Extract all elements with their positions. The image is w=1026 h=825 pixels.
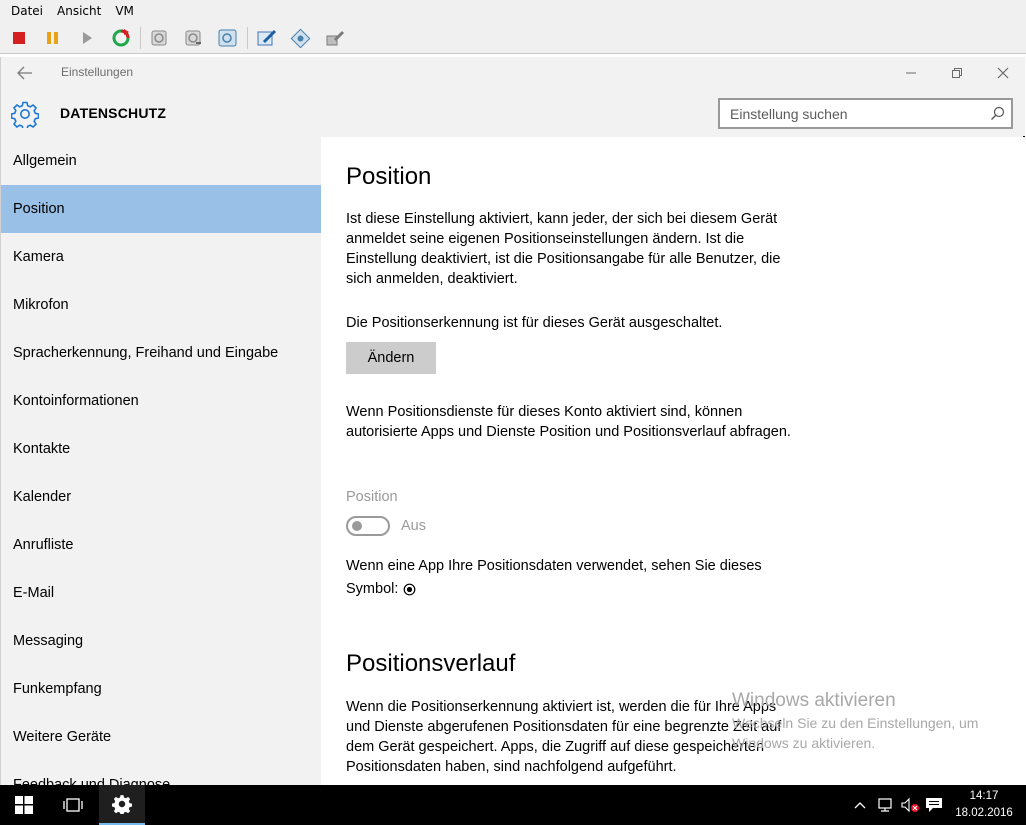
notification-icon (926, 798, 942, 812)
settings-wrench-icon[interactable] (322, 25, 347, 50)
window-title: Einstellungen (61, 65, 134, 79)
symbol-text-line1: Wenn eine App Ihre Positionsdaten verwen… (346, 558, 762, 574)
taskbar-clock[interactable]: 14:17 18.02.2016 (946, 788, 1022, 822)
volume-tray-icon[interactable] (898, 785, 922, 825)
sidebar-item-messaging[interactable]: Messaging (1, 617, 321, 665)
clock-date: 18.02.2016 (955, 807, 1013, 819)
sidebar-item-kontoinformationen[interactable]: Kontoinformationen (1, 377, 321, 425)
symbol-line: Symbol: (346, 581, 416, 597)
sidebar-item-email[interactable]: E-Mail (1, 569, 321, 617)
position-description: Ist diese Einstellung aktiviert, kann je… (346, 211, 781, 287)
close-icon (997, 67, 1009, 79)
edit-icon[interactable] (254, 25, 279, 50)
snapshot-manager-icon[interactable] (215, 25, 240, 50)
toolbar-separator (140, 26, 141, 49)
sidebar-item-feedback[interactable]: Feedback und Diagnose (1, 761, 321, 785)
vm-toolbar (0, 22, 1026, 54)
toggle-knob (352, 521, 362, 531)
change-button[interactable]: Ändern (346, 342, 436, 374)
show-hidden-icons-button[interactable] (850, 785, 870, 825)
sidebar-item-kamera[interactable]: Kamera (1, 233, 321, 281)
sidebar-item-funkempfang[interactable]: Funkempfang (1, 665, 321, 713)
sidebar-item-anrufliste[interactable]: Anrufliste (1, 521, 321, 569)
search-box[interactable] (718, 98, 1013, 129)
account-description: Wenn Positionsdienste für dieses Konto a… (346, 404, 791, 440)
settings-gear-icon (112, 795, 132, 814)
main-content: Position Ist diese Einstellung aktiviert… (321, 137, 1025, 785)
toolbar-separator (247, 26, 248, 49)
back-arrow-icon (17, 66, 32, 80)
sidebar-item-kalender[interactable]: Kalender (1, 473, 321, 521)
task-view-icon (63, 798, 83, 812)
minimize-icon (906, 72, 916, 74)
settings-window: Einstellungen DATENSCHUTZ Allge (0, 57, 1025, 785)
location-in-use-icon (403, 583, 416, 595)
page-header: DATENSCHUTZ (1, 89, 1025, 154)
taskbar-settings-app[interactable] (99, 785, 145, 825)
restore-button[interactable] (934, 60, 980, 86)
position-heading: Position (346, 163, 432, 190)
network-icon (878, 798, 892, 812)
back-button[interactable] (11, 62, 39, 84)
title-bar: Einstellungen (1, 57, 1025, 89)
search-input[interactable] (720, 100, 980, 127)
network-tray-icon[interactable] (874, 785, 898, 825)
task-view-button[interactable] (48, 785, 98, 825)
symbol-text-line2: Symbol: (346, 581, 399, 597)
stop-icon[interactable] (6, 25, 31, 50)
action-center-button[interactable] (921, 785, 947, 825)
chevron-up-icon (854, 802, 866, 809)
minimize-button[interactable] (888, 60, 934, 86)
restore-icon (952, 68, 962, 78)
play-icon[interactable] (74, 25, 99, 50)
position-toggle[interactable] (346, 516, 390, 536)
pause-icon[interactable] (40, 25, 65, 50)
sidebar-item-mikrofon[interactable]: Mikrofon (1, 281, 321, 329)
sidebar-item-kontakte[interactable]: Kontakte (1, 425, 321, 473)
position-toggle-state: Aus (401, 518, 426, 534)
sidebar-item-weitere-geraete[interactable]: Weitere Geräte (1, 713, 321, 761)
volume-muted-icon (901, 797, 919, 813)
position-toggle-label: Position (346, 489, 398, 505)
sidebar-item-allgemein[interactable]: Allgemein (1, 137, 321, 185)
snapshot-icon[interactable] (147, 25, 172, 50)
reset-icon[interactable] (108, 25, 133, 50)
search-icon[interactable] (990, 106, 1005, 121)
sidebar-item-position[interactable]: Position (1, 185, 321, 233)
taskbar: 14:17 18.02.2016 (0, 785, 1026, 825)
snapshot-revert-icon[interactable] (181, 25, 206, 50)
clock-time: 14:17 (969, 790, 999, 802)
tools-icon[interactable] (288, 25, 313, 50)
menu-ansicht[interactable]: Ansicht (50, 0, 108, 22)
sidebar: Allgemein Position Kamera Mikrofon Sprac… (1, 137, 321, 785)
history-description: Wenn die Positionserkennung aktiviert is… (346, 699, 782, 775)
close-button[interactable] (980, 60, 1026, 86)
menu-vm[interactable]: VM (108, 0, 141, 22)
windows-logo-icon (15, 796, 33, 814)
vm-menubar: Datei Ansicht VM (0, 0, 1026, 22)
menu-datei[interactable]: Datei (4, 0, 50, 22)
page-title: DATENSCHUTZ (60, 105, 167, 121)
sidebar-item-spracherkennung[interactable]: Spracherkennung, Freihand und Eingabe (1, 329, 321, 377)
gear-icon (11, 101, 39, 128)
device-status-text: Die Positionserkennung ist für dieses Ge… (346, 315, 723, 331)
history-heading: Positionsverlauf (346, 650, 516, 677)
start-button[interactable] (0, 785, 48, 825)
